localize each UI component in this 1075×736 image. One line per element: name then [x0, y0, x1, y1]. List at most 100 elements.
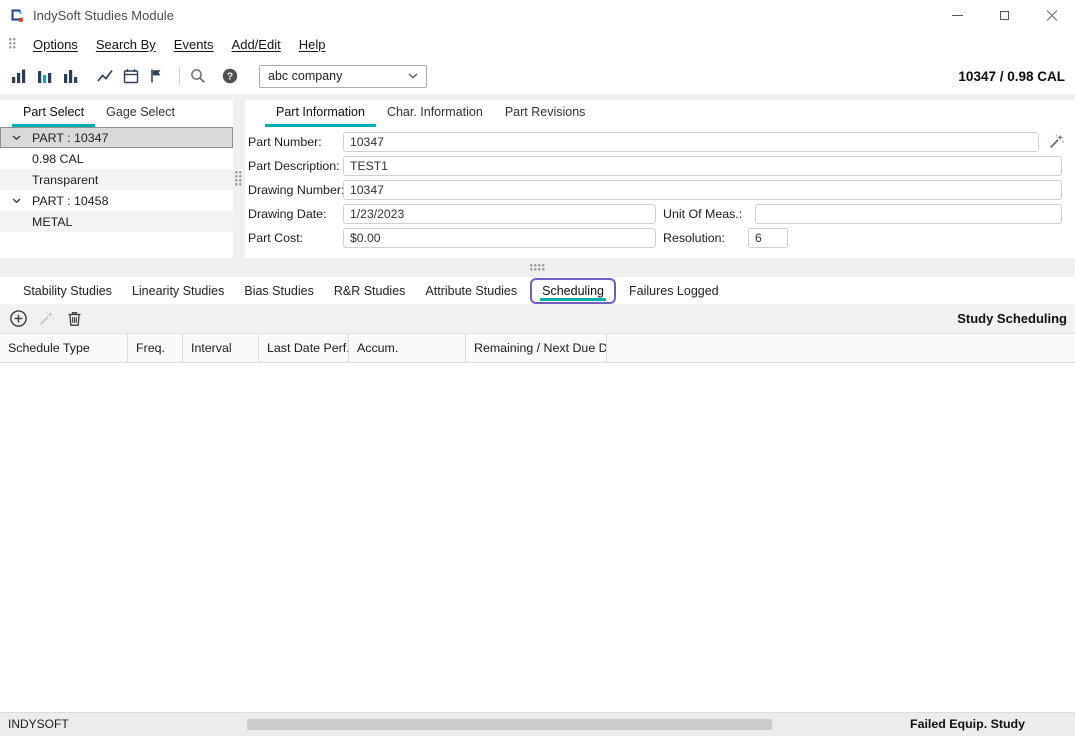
tree-item-metal[interactable]: METAL: [0, 211, 233, 232]
tab-linearity-studies[interactable]: Linearity Studies: [122, 277, 234, 304]
unit-of-meas-field[interactable]: [755, 204, 1062, 224]
menu-events[interactable]: Events: [165, 37, 223, 52]
horizontal-splitter[interactable]: [0, 258, 1075, 277]
column-header-schedule-type[interactable]: Schedule Type: [0, 334, 128, 362]
title-bar: IndySoft Studies Module: [0, 0, 1075, 30]
chevron-down-icon[interactable]: [12, 198, 21, 204]
flag-icon[interactable]: [146, 66, 167, 86]
app-window: IndySoft Studies Module Options Search B…: [0, 0, 1075, 736]
part-cost-field[interactable]: [343, 228, 656, 248]
column-header-accum[interactable]: Accum.: [349, 334, 466, 362]
tab-gage-select[interactable]: Gage Select: [95, 100, 186, 127]
calendar-icon[interactable]: [120, 66, 141, 86]
maximize-button[interactable]: [981, 0, 1028, 30]
line-chart-icon[interactable]: [94, 66, 115, 86]
column-header-remaining-next-due[interactable]: Remaining / Next Due Da: [466, 334, 607, 362]
minimize-icon: [952, 15, 963, 16]
bar-chart-icon-1[interactable]: [8, 66, 29, 86]
tree-item-label: Transparent: [32, 173, 98, 187]
tree-item-transparent[interactable]: Transparent: [0, 169, 233, 190]
tab-part-information[interactable]: Part Information: [265, 100, 376, 127]
schedule-table-header: Schedule Type Freq. Interval Last Date P…: [0, 333, 1075, 363]
main-toolbar: ? abc company 10347 / 0.98 CAL: [0, 58, 1075, 94]
tab-part-select-label: Part Select: [23, 105, 84, 119]
column-header-last-date-perf[interactable]: Last Date Perf.: [259, 334, 349, 362]
drawing-date-label: Drawing Date:: [248, 204, 327, 224]
part-number-field[interactable]: [343, 132, 1039, 152]
tree-item-part-10458[interactable]: PART : 10458: [0, 190, 233, 211]
edit-schedule-button[interactable]: [36, 309, 57, 329]
drawing-date-field[interactable]: [343, 204, 656, 224]
company-combobox-value: abc company: [268, 69, 408, 83]
tab-label: Attribute Studies: [425, 284, 517, 298]
tab-stability-studies[interactable]: Stability Studies: [13, 277, 122, 304]
scheduling-toolbar: Study Scheduling: [0, 304, 1075, 333]
horizontal-scrollbar-thumb[interactable]: [247, 719, 772, 730]
tab-part-information-label: Part Information: [276, 105, 365, 119]
help-icon[interactable]: ?: [219, 66, 240, 86]
maximize-icon: [1000, 11, 1009, 20]
tree-item-label: METAL: [32, 215, 72, 229]
part-cost-label: Part Cost:: [248, 228, 303, 248]
tree-item-label: 0.98 CAL: [32, 152, 84, 166]
tab-label: Failures Logged: [629, 284, 719, 298]
tab-label: Linearity Studies: [132, 284, 224, 298]
chevron-down-icon[interactable]: [12, 135, 21, 141]
company-combobox[interactable]: abc company: [259, 65, 427, 88]
bar-chart-icon-2[interactable]: [34, 66, 55, 86]
tab-char-information[interactable]: Char. Information: [376, 100, 494, 127]
tree-item-label: PART : 10458: [32, 194, 108, 208]
tab-part-select[interactable]: Part Select: [12, 100, 95, 127]
tab-part-revisions-label: Part Revisions: [505, 105, 586, 119]
menu-help[interactable]: Help: [290, 37, 335, 52]
resolution-label: Resolution:: [663, 228, 725, 248]
window-controls: [934, 0, 1075, 30]
tree-item-part-10347[interactable]: PART : 10347: [0, 127, 233, 148]
tab-label: R&R Studies: [334, 284, 406, 298]
unit-of-meas-label: Unit Of Meas.:: [663, 204, 742, 224]
tab-scheduling[interactable]: Scheduling: [530, 278, 616, 304]
tab-label: Stability Studies: [23, 284, 112, 298]
close-button[interactable]: [1028, 0, 1075, 30]
tab-failures-logged[interactable]: Failures Logged: [619, 277, 729, 304]
select-tab-strip: Part Select Gage Select: [0, 100, 233, 127]
search-icon[interactable]: [187, 66, 208, 86]
study-scheduling-title: Study Scheduling: [957, 311, 1067, 326]
part-description-field[interactable]: [343, 156, 1062, 176]
tab-bias-studies[interactable]: Bias Studies: [234, 277, 323, 304]
column-header-freq[interactable]: Freq.: [128, 334, 183, 362]
part-tree: PART : 10347 0.98 CAL Transparent PART :…: [0, 127, 233, 232]
trash-icon: [66, 310, 83, 328]
menu-drag-handle-icon[interactable]: [9, 38, 17, 50]
statusbar-status-text: Failed Equip. Study: [910, 713, 1025, 736]
tab-gage-select-label: Gage Select: [106, 105, 175, 119]
delete-schedule-button[interactable]: [64, 309, 85, 329]
vertical-splitter[interactable]: [233, 100, 245, 258]
magic-wand-button[interactable]: [1047, 132, 1065, 150]
resolution-field[interactable]: [748, 228, 788, 248]
bar-chart-icon-3[interactable]: [60, 66, 81, 86]
toolbar-separator: [179, 67, 180, 85]
menu-options[interactable]: Options: [24, 37, 87, 52]
tab-rr-studies[interactable]: R&R Studies: [324, 277, 416, 304]
tab-attribute-studies[interactable]: Attribute Studies: [415, 277, 527, 304]
menu-add-edit[interactable]: Add/Edit: [223, 37, 290, 52]
column-header-interval[interactable]: Interval: [183, 334, 259, 362]
tree-item-098-cal[interactable]: 0.98 CAL: [0, 148, 233, 169]
studies-section: Stability Studies Linearity Studies Bias…: [0, 277, 1075, 712]
add-schedule-button[interactable]: [8, 309, 29, 329]
magic-wand-icon: [1048, 133, 1065, 150]
status-bar: INDYSOFT Failed Equip. Study: [0, 712, 1075, 736]
svg-text:?: ?: [226, 71, 232, 83]
tab-label: Bias Studies: [244, 284, 313, 298]
minimize-button[interactable]: [934, 0, 981, 30]
tab-part-revisions[interactable]: Part Revisions: [494, 100, 597, 127]
menu-search-by[interactable]: Search By: [87, 37, 165, 52]
part-description-label: Part Description:: [248, 156, 340, 176]
studies-tab-strip: Stability Studies Linearity Studies Bias…: [0, 277, 1075, 304]
magic-wand-disabled-icon: [38, 310, 55, 327]
drawing-number-field[interactable]: [343, 180, 1062, 200]
close-icon: [1046, 9, 1058, 21]
part-select-pane: Part Select Gage Select PART : 10347 0.9…: [0, 100, 233, 258]
part-number-label: Part Number:: [248, 132, 322, 152]
